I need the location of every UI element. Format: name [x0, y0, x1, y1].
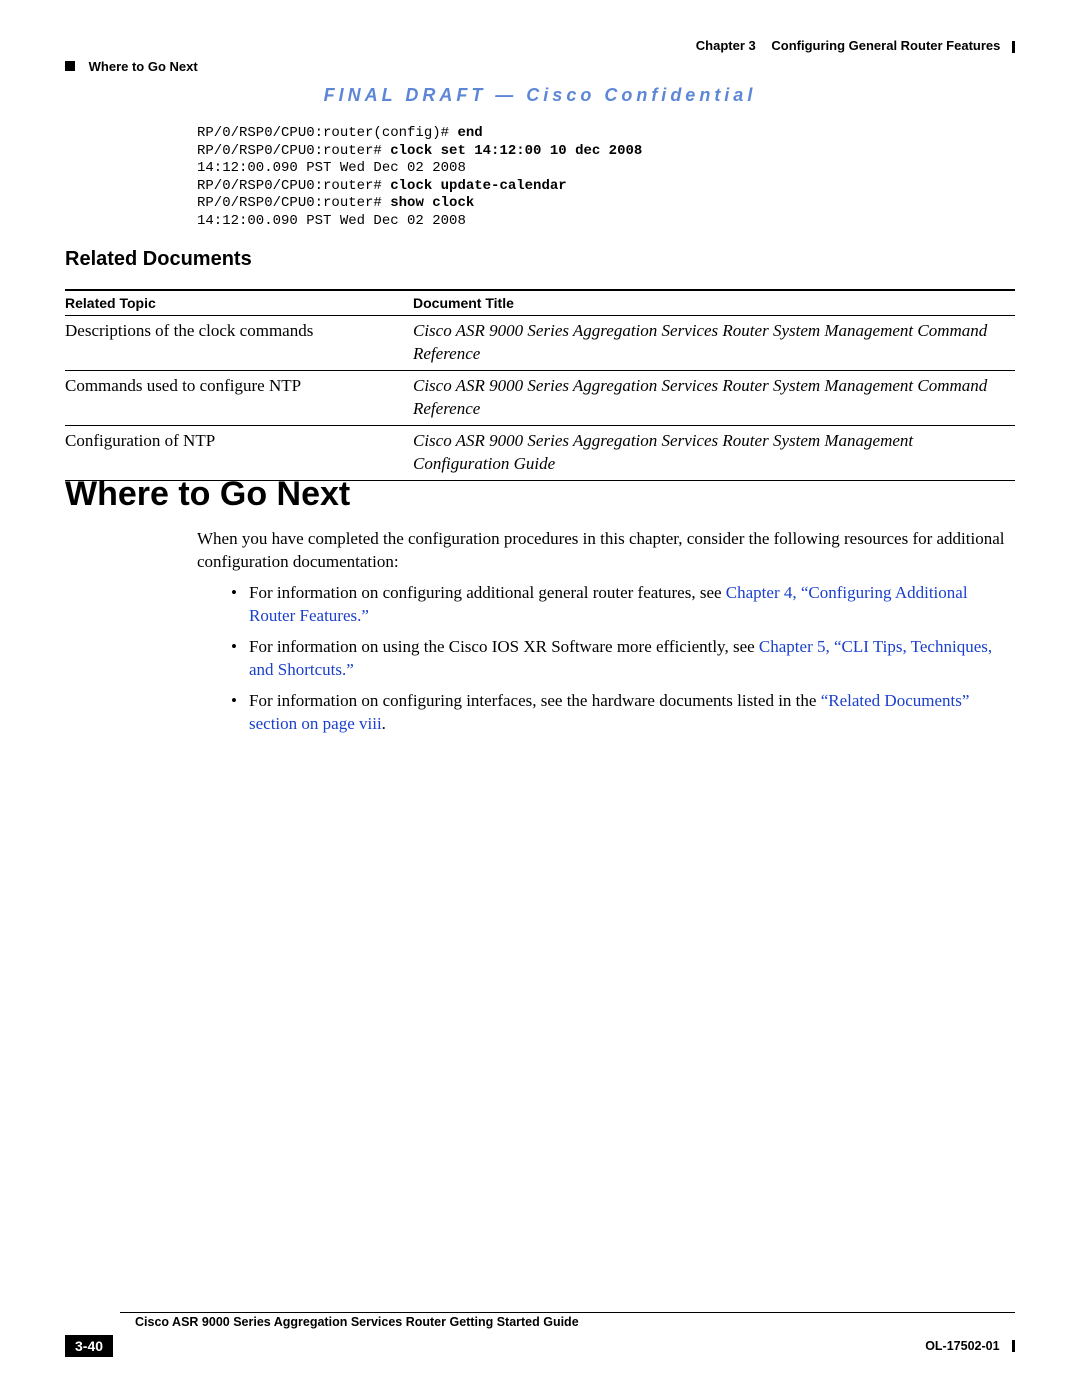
footer-doc-id: OL-17502-01	[925, 1339, 999, 1353]
cell-doc: Cisco ASR 9000 Series Aggregation Servic…	[413, 425, 1015, 480]
bullet-text: For information on configuring interface…	[249, 691, 821, 710]
list-item: For information on configuring interface…	[231, 690, 1015, 736]
term-prompt: RP/0/RSP0/CPU0:router#	[197, 178, 390, 194]
bullet-text: For information on using the Cisco IOS X…	[249, 637, 759, 656]
related-documents-section: Related Documents Related Topic Document…	[65, 248, 1015, 481]
chapter-title: Configuring General Router Features	[759, 38, 1000, 53]
where-to-go-next-section: Where to Go Next When you have completed…	[65, 475, 1015, 744]
term-cmd: end	[457, 125, 482, 141]
term-cmd: clock update-calendar	[390, 178, 566, 194]
related-documents-heading: Related Documents	[65, 248, 1015, 271]
where-to-go-next-body: When you have completed the configuratio…	[197, 528, 1015, 736]
footer-rule-icon	[120, 1312, 1015, 1313]
footer-page-number: 3-40	[65, 1335, 113, 1357]
cell-doc: Cisco ASR 9000 Series Aggregation Servic…	[413, 370, 1015, 425]
term-prompt: RP/0/RSP0/CPU0:router#	[197, 195, 390, 211]
header-chapter: Chapter 3 Configuring General Router Fea…	[65, 38, 1015, 53]
cell-topic: Descriptions of the clock commands	[65, 316, 413, 371]
page-header: Chapter 3 Configuring General Router Fea…	[65, 38, 1015, 74]
header-section: Where to Go Next	[65, 59, 1015, 74]
table-row: Descriptions of the clock commands Cisco…	[65, 316, 1015, 371]
footer-doc-id-wrap: OL-17502-01	[925, 1337, 1015, 1355]
cell-doc: Cisco ASR 9000 Series Aggregation Servic…	[413, 316, 1015, 371]
bullet-text: For information on configuring additiona…	[249, 583, 726, 602]
term-output-line: 14:12:00.090 PST Wed Dec 02 2008	[197, 213, 466, 229]
where-to-go-next-heading: Where to Go Next	[65, 475, 1015, 514]
term-output-line: 14:12:00.090 PST Wed Dec 02 2008	[197, 160, 466, 176]
confidential-banner: FINAL DRAFT — Cisco Confidential	[0, 85, 1080, 106]
cell-topic: Configuration of NTP	[65, 425, 413, 480]
table-row: Configuration of NTP Cisco ASR 9000 Seri…	[65, 425, 1015, 480]
related-documents-table: Related Topic Document Title Description…	[65, 289, 1015, 481]
col-header-doc: Document Title	[413, 290, 1015, 316]
term-prompt: RP/0/RSP0/CPU0:router#	[197, 143, 390, 159]
term-cmd: clock set 14:12:00 10 dec 2008	[390, 143, 642, 159]
section-crumb: Where to Go Next	[89, 59, 198, 74]
list-item: For information on using the Cisco IOS X…	[231, 636, 1015, 682]
terminal-output: RP/0/RSP0/CPU0:router(config)# end RP/0/…	[197, 125, 642, 230]
intro-paragraph: When you have completed the configuratio…	[197, 528, 1015, 574]
header-rule-icon	[1012, 41, 1015, 53]
footer-rule-icon	[1012, 1340, 1015, 1352]
page-footer: Cisco ASR 9000 Series Aggregation Servic…	[65, 1312, 1015, 1357]
document-page: Chapter 3 Configuring General Router Fea…	[0, 0, 1080, 1397]
table-row: Commands used to configure NTP Cisco ASR…	[65, 370, 1015, 425]
footer-guide-title: Cisco ASR 9000 Series Aggregation Servic…	[135, 1315, 1015, 1329]
chapter-number: Chapter 3	[696, 38, 756, 53]
term-cmd: show clock	[390, 195, 474, 211]
list-item: For information on configuring additiona…	[231, 582, 1015, 628]
bullet-list: For information on configuring additiona…	[231, 582, 1015, 736]
col-header-topic: Related Topic	[65, 290, 413, 316]
term-prompt: RP/0/RSP0/CPU0:router(config)#	[197, 125, 457, 141]
bullet-text-post: .	[382, 714, 386, 733]
cell-topic: Commands used to configure NTP	[65, 370, 413, 425]
square-bullet-icon	[65, 61, 75, 71]
